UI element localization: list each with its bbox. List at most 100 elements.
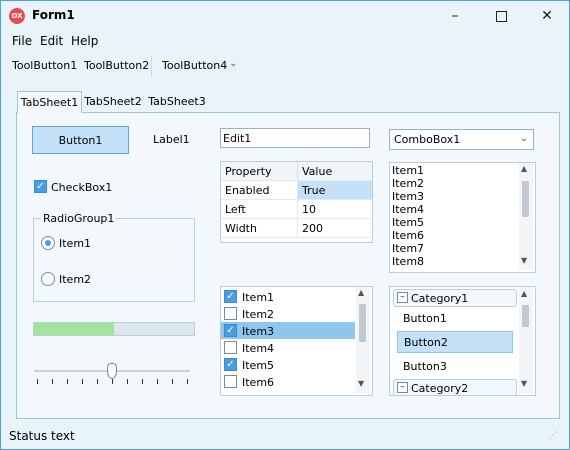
checkbox[interactable] (224, 341, 237, 354)
radio-item2-label: Item2 (59, 273, 92, 286)
edit1-field[interactable]: Edit1 (220, 128, 370, 148)
list-item[interactable]: Item1 (392, 164, 424, 177)
chevron-down-icon[interactable]: ⌄ (229, 58, 237, 69)
slider-tick (172, 379, 173, 384)
button1[interactable]: Button1 (32, 126, 129, 154)
category-header[interactable]: – Category1 (393, 289, 517, 307)
status-bar (1, 422, 569, 449)
checkbox[interactable] (224, 307, 237, 320)
radio-item1[interactable] (41, 236, 55, 250)
maximize-button[interactable] (478, 1, 524, 31)
collapse-icon[interactable]: – (397, 292, 408, 303)
chevron-down-icon[interactable]: ▼ (521, 256, 527, 265)
slider-tick (37, 379, 38, 384)
category-button[interactable]: Button1 (403, 312, 447, 325)
list-item[interactable]: Item2 (392, 177, 424, 190)
menu-edit[interactable]: Edit (40, 34, 63, 48)
list-item[interactable]: Item6 (221, 373, 355, 390)
property-grid[interactable]: Property Value Enabled True Left 10 Widt… (220, 161, 373, 243)
category-scrollbar[interactable]: ▲ ▼ (519, 287, 533, 393)
tab-tabsheet1[interactable]: TabSheet1 (17, 91, 82, 113)
radiogroup1-label: RadioGroup1 (41, 212, 117, 225)
checkbox[interactable] (224, 375, 237, 388)
maximize-icon (495, 10, 507, 22)
menu-help[interactable]: Help (71, 34, 98, 48)
list-item-label: Item6 (242, 376, 275, 389)
list-item[interactable]: ✓ Item5 (221, 356, 355, 373)
category-title: Category1 (411, 292, 469, 305)
list-item[interactable]: Item2 (221, 305, 355, 322)
slider-thumb[interactable] (107, 363, 117, 379)
chevron-up-icon[interactable]: ▲ (521, 289, 527, 298)
progress-fill (34, 323, 114, 335)
radio-item2[interactable] (41, 272, 55, 286)
scroll-thumb[interactable] (359, 304, 366, 342)
grid-row[interactable]: Enabled True (221, 181, 372, 200)
listbox-items: Item1 Item2 Item3 Item4 Item5 Item6 Item… (392, 164, 424, 268)
toolbutton-4[interactable]: ToolButton4 (162, 59, 227, 72)
checkmark-icon: ✓ (226, 358, 235, 370)
list-item-label: Item1 (242, 291, 275, 304)
checkbox1-label: CheckBox1 (51, 181, 113, 194)
window-title: Form1 (32, 8, 75, 22)
app-icon: OX (9, 8, 25, 24)
chevron-up-icon[interactable]: ▲ (358, 288, 364, 297)
toolbar-separator (151, 55, 152, 77)
slider-tick (157, 379, 158, 384)
list-item-selected[interactable]: ✓ Item3 (221, 322, 355, 339)
tab-tabsheet3[interactable]: TabSheet3 (147, 92, 207, 111)
listbox-scrollbar[interactable]: ▲ ▼ (519, 163, 533, 270)
label1: Label1 (153, 133, 190, 146)
menu-file[interactable]: File (12, 34, 32, 48)
listbox[interactable]: Item1 Item2 Item3 Item4 Item5 Item6 Item… (389, 162, 536, 273)
category-header[interactable]: – Category2 (393, 379, 517, 395)
combobox1[interactable]: ComboBox1 ⌄ (389, 129, 534, 150)
list-item-label: Item3 (242, 325, 275, 338)
toolbutton-2[interactable]: ToolButton2 (84, 59, 149, 72)
grid-cell[interactable]: 200 (298, 219, 372, 238)
close-icon: ✕ (541, 8, 553, 24)
checkmark-icon: ✓ (36, 180, 45, 192)
list-item[interactable]: Item4 (221, 339, 355, 356)
checkbox[interactable]: ✓ (224, 358, 237, 371)
scroll-thumb[interactable] (522, 181, 529, 217)
list-item[interactable]: Item3 (392, 190, 424, 203)
checkbox[interactable]: ✓ (224, 324, 237, 337)
category-button-selected[interactable]: Button2 (397, 331, 513, 353)
grid-cell-selected[interactable]: True (298, 181, 372, 200)
checklist-scrollbar[interactable]: ▲ ▼ (356, 287, 370, 393)
list-item[interactable]: Item6 (392, 229, 424, 242)
category-buttons[interactable]: – Category1 Button1 Button2 Button3 – Ca… (389, 286, 536, 396)
form1-window: OX Form1 – ✕ File Edit Help ToolButton1 … (0, 0, 570, 450)
list-item[interactable]: Item5 (392, 216, 424, 229)
scroll-thumb[interactable] (522, 305, 529, 327)
radiogroup1 (33, 218, 195, 302)
grid-cell[interactable]: 10 (298, 200, 372, 219)
radio-item1-label: Item1 (59, 237, 92, 250)
chevron-up-icon[interactable]: ▲ (521, 164, 527, 173)
list-item[interactable]: ✓ Item1 (221, 288, 355, 305)
category-button[interactable]: Button3 (403, 360, 447, 373)
chevron-down-icon[interactable]: ▼ (358, 379, 364, 388)
grid-row[interactable]: Width 200 (221, 219, 372, 238)
checklistbox[interactable]: ✓ Item1 Item2 ✓ Item3 Item4 ✓ Item5 Item… (220, 286, 373, 396)
progress-bar (33, 322, 195, 336)
grid-cell: Left (221, 200, 298, 219)
tab-tabsheet2[interactable]: TabSheet2 (83, 92, 143, 111)
close-button[interactable]: ✕ (524, 1, 569, 31)
toolbutton-1[interactable]: ToolButton1 (12, 59, 77, 72)
slider-tick (97, 379, 98, 384)
list-item[interactable]: Item8 (392, 255, 424, 268)
checkbox1[interactable]: ✓ (34, 180, 47, 193)
grid-cell: Enabled (221, 181, 298, 200)
minimize-button[interactable]: – (432, 1, 478, 31)
list-item[interactable]: Item7 (392, 242, 424, 255)
grid-row[interactable]: Left 10 (221, 200, 372, 219)
checkbox[interactable]: ✓ (224, 290, 237, 303)
list-item[interactable]: Item4 (392, 203, 424, 216)
category-title: Category2 (411, 382, 469, 395)
collapse-icon[interactable]: – (397, 382, 408, 393)
grid-header-value: Value (298, 162, 372, 181)
size-grip-icon[interactable]: ⋰ (549, 431, 558, 441)
chevron-down-icon[interactable]: ▼ (521, 379, 527, 388)
